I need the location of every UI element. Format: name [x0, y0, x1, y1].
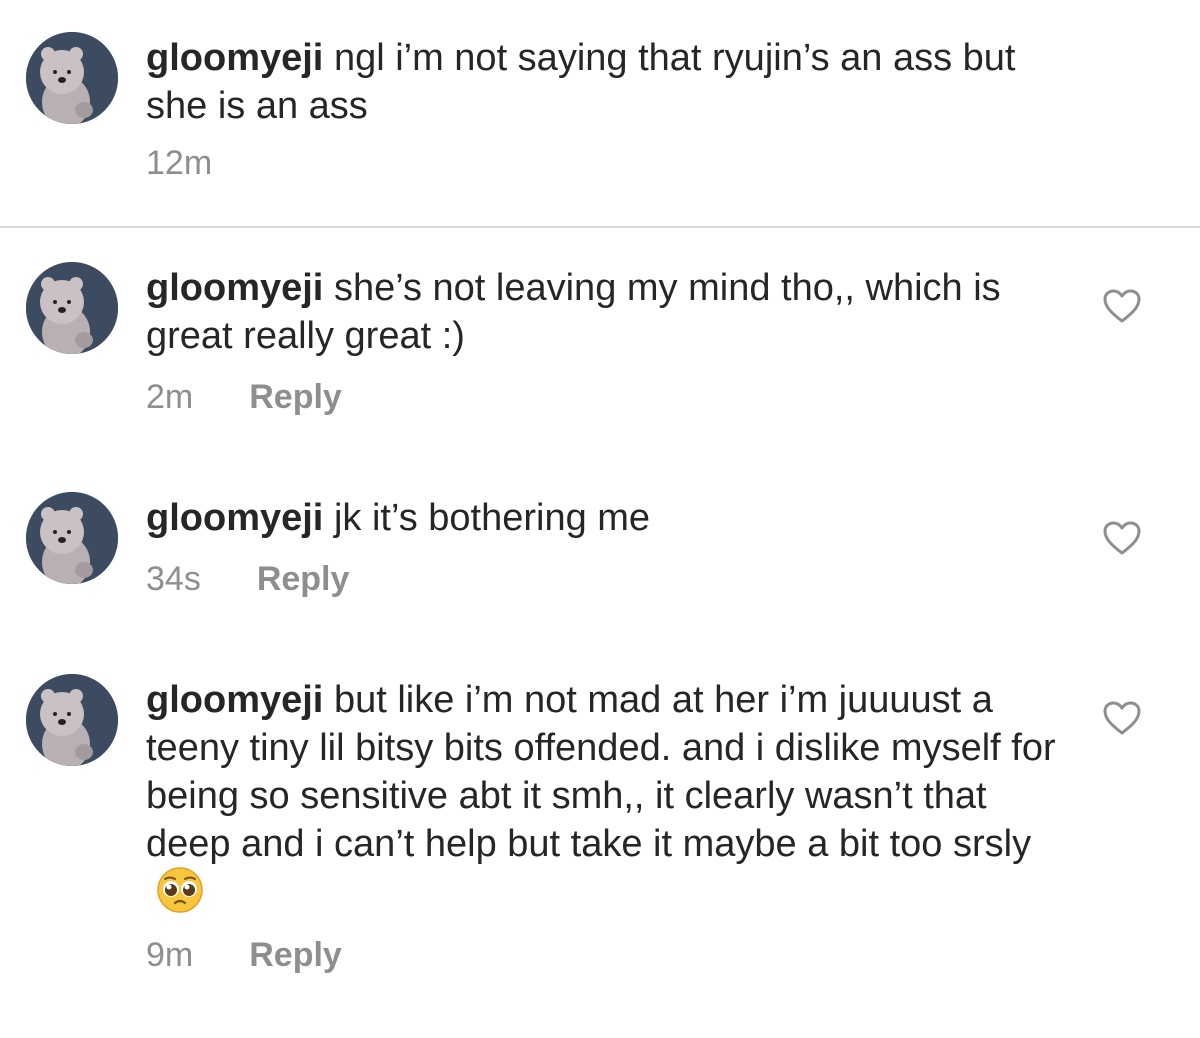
reply-button[interactable]: Reply: [249, 378, 342, 417]
heart-icon[interactable]: [1102, 700, 1142, 736]
timestamp: 34s: [146, 560, 201, 598]
avatar[interactable]: [26, 262, 118, 354]
username[interactable]: gloomyeji: [146, 679, 323, 721]
comment-meta: 12m: [146, 144, 212, 183]
comment-text: gloomyeji she’s not leaving my mind tho,…: [146, 264, 1066, 360]
timestamp: 12m: [146, 144, 213, 182]
username[interactable]: gloomyeji: [146, 267, 323, 309]
avatar[interactable]: [26, 32, 118, 124]
comment-meta: 2m Reply: [146, 378, 342, 417]
heart-icon[interactable]: [1102, 520, 1142, 556]
heart-icon[interactable]: [1102, 288, 1142, 324]
timestamp: 9m: [146, 936, 194, 974]
pleading-face-emoji-icon: [157, 867, 203, 913]
comment-meta: 9m Reply: [146, 936, 342, 975]
comment-body: jk it’s bothering me: [333, 497, 651, 539]
comment-text: gloomyeji ngl i’m not saying that ryujin…: [146, 34, 1066, 130]
timestamp: 2m: [146, 378, 194, 416]
comment-text: gloomyeji but like i’m not mad at her i’…: [146, 676, 1066, 918]
avatar[interactable]: [26, 492, 118, 584]
bear-avatar-icon: [26, 492, 118, 584]
reply-button[interactable]: Reply: [249, 936, 342, 975]
bear-avatar-icon: [26, 674, 118, 766]
avatar[interactable]: [26, 674, 118, 766]
reply-button[interactable]: Reply: [257, 560, 350, 599]
comment-meta: 34s Reply: [146, 560, 349, 599]
bear-avatar-icon: [26, 32, 118, 124]
comment-text: gloomyeji jk it’s bothering me: [146, 494, 1066, 542]
divider: [0, 226, 1200, 228]
username[interactable]: gloomyeji: [146, 497, 323, 539]
username[interactable]: gloomyeji: [146, 37, 323, 79]
bear-avatar-icon: [26, 262, 118, 354]
